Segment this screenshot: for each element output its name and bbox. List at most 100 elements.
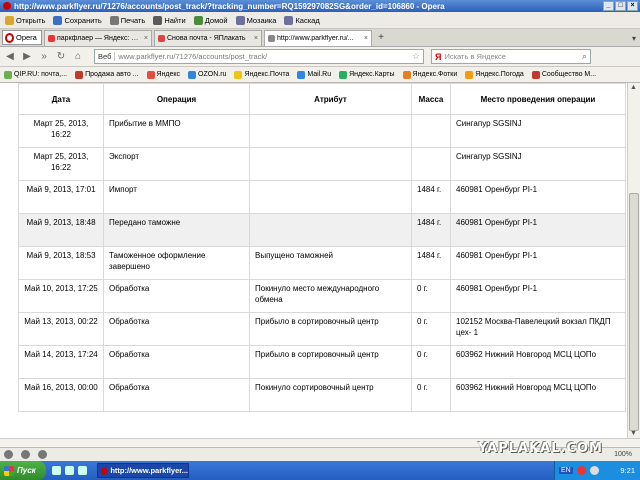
tab-label: Снова почта - ЯПлакать <box>167 35 246 42</box>
bookmark-item[interactable]: OZON.ru <box>188 70 226 79</box>
tab-close-icon[interactable]: × <box>144 35 148 42</box>
panel-toggle-icon[interactable] <box>4 450 13 459</box>
opera-menu-button[interactable]: Opera <box>2 30 42 45</box>
volume-icon[interactable] <box>589 466 599 475</box>
browser-tab[interactable]: http://www.parkflyer.ru/... × <box>264 30 372 46</box>
bookmark-label: Яндекс.Погода <box>475 71 524 78</box>
bookmark-item[interactable]: Яндекс.Погода <box>465 70 524 79</box>
bookmark-favicon-icon <box>531 70 540 79</box>
toolbar-item-0[interactable]: Открыть <box>2 15 48 25</box>
antivirus-icon[interactable] <box>576 466 586 475</box>
turbo-icon[interactable] <box>38 450 47 459</box>
toolbar-item-1[interactable]: Сохранить <box>50 15 104 25</box>
header-operation: Операция <box>103 83 250 115</box>
bookmark-favicon-icon <box>234 70 243 79</box>
home-icon[interactable]: ⌂ <box>71 50 85 64</box>
bookmark-star-icon[interactable]: ☆ <box>412 51 420 62</box>
scrollbar-thumb[interactable] <box>629 193 639 431</box>
address-field[interactable]: Веб www.parkflyer.ru/71276/accounts/post… <box>94 49 424 64</box>
bookmark-favicon-icon <box>465 70 474 79</box>
browser-icon[interactable] <box>65 466 74 475</box>
cloud-icon[interactable] <box>21 450 30 459</box>
scroll-down-icon[interactable]: ▼ <box>630 430 637 437</box>
fast-forward-icon[interactable]: » <box>37 50 51 64</box>
toolbar-item-3[interactable]: Найти <box>150 15 188 25</box>
maximize-button[interactable]: □ <box>615 1 626 11</box>
table-row: Май 14, 2013, 17:24 Обработка Прибыло в со… <box>18 345 626 379</box>
search-placeholder[interactable]: Искать в Яндексе <box>444 52 505 61</box>
table-header-row: Дата Операция Атрибут Масса Место провед… <box>18 83 626 115</box>
close-button[interactable]: × <box>627 1 638 11</box>
windows-flag-icon <box>4 465 14 476</box>
toolbar-item-6[interactable]: Каскад <box>281 15 322 25</box>
toolbar-item-5[interactable]: Мозаика <box>233 15 280 25</box>
table-row: Май 9, 2013, 18:53 Таможенное оформление … <box>18 246 626 280</box>
bookmark-item[interactable]: Яндекс.Фотки <box>402 70 457 79</box>
tab-close-icon[interactable]: × <box>364 35 368 42</box>
cell-date: Май 9, 2013, 18:48 <box>18 213 104 247</box>
cell-attribute: Выпущено таможней <box>249 246 412 280</box>
toolbar-item-label: Открыть <box>16 15 46 25</box>
vertical-scrollbar[interactable]: ▲ ▼ <box>627 83 640 438</box>
browser-tab[interactable]: паркфлаер — Яндекс: наш... × <box>44 30 152 46</box>
scroll-up-icon[interactable]: ▲ <box>630 84 637 91</box>
cell-mass <box>411 114 451 148</box>
bookmark-item[interactable]: Mail.Ru <box>297 70 332 79</box>
cell-operation: Экспорт <box>103 147 250 181</box>
cell-date: Май 9, 2013, 17:01 <box>18 180 104 214</box>
bookmark-item[interactable]: QIP.RU: почта,... <box>4 70 68 79</box>
tab-favicon-icon <box>158 35 165 42</box>
bookmark-item[interactable]: Яндекс.Карты <box>339 70 395 79</box>
toolbar-item-label: Домой <box>204 15 228 25</box>
bookmark-item[interactable]: Продажа авто ... <box>75 70 139 79</box>
bookmark-item[interactable]: Сообщество М... <box>531 70 596 79</box>
table-row: Май 9, 2013, 18:48 Передано таможне 1484 г… <box>18 213 626 247</box>
web-badge: Веб <box>98 52 116 61</box>
reload-icon[interactable]: ↻ <box>54 50 68 64</box>
toolbar-item-label: Мозаика <box>246 15 277 25</box>
table-row: Март 25, 2013, 16:22 Экспорт Сингапур SGSI… <box>18 147 626 181</box>
bookmark-label: Mail.Ru <box>307 71 332 78</box>
header-mass: Масса <box>411 83 451 115</box>
cell-date: Март 25, 2013, 16:22 <box>18 114 104 148</box>
url-text[interactable]: www.parkflyer.ru/71276/accounts/post_tra… <box>118 52 409 61</box>
zoom-level[interactable]: 100% <box>614 451 632 458</box>
start-button[interactable]: Пуск <box>0 461 46 480</box>
cell-mass: 0 г. <box>411 378 451 412</box>
new-tab-button[interactable]: + <box>374 31 388 45</box>
bookmark-item[interactable]: Яндекс.Почта <box>234 70 289 79</box>
search-icon[interactable]: ⌕ <box>582 51 587 62</box>
desktop-icon[interactable] <box>52 466 61 475</box>
cell-attribute <box>249 213 412 247</box>
forward-arrow-icon[interactable]: ▶ <box>20 50 34 64</box>
toolbar-item-label: Каскад <box>295 15 320 25</box>
cell-mass: 1484 г. <box>411 246 451 280</box>
cell-date: Май 10, 2013, 17:25 <box>18 279 104 313</box>
cell-attribute: Покинуло сортировочный центр <box>249 378 412 412</box>
bookmarks-bar: QIP.RU: почта,... Продажа авто ... Яндекс O… <box>0 67 640 83</box>
toolbar-item-2[interactable]: Печать <box>107 15 149 25</box>
language-indicator[interactable]: EN <box>559 467 573 474</box>
window-title: http://www.parkflyer.ru/71276/accounts/p… <box>14 1 445 11</box>
cell-date: Март 25, 2013, 16:22 <box>18 147 104 181</box>
tab-list-button[interactable]: ▾ <box>632 34 636 43</box>
header-place: Место проведения операции <box>450 83 626 115</box>
browser-tab[interactable]: Снова почта - ЯПлакать × <box>154 30 262 46</box>
address-toolbar: ◀ ▶ » ↻ ⌂ Веб www.parkflyer.ru/71276/acc… <box>0 47 640 67</box>
cell-operation: Импорт <box>103 180 250 214</box>
tab-close-icon[interactable]: × <box>254 35 258 42</box>
minimize-button[interactable]: _ <box>603 1 614 11</box>
tab-favicon-icon <box>268 35 275 42</box>
system-tray: EN 9:21 <box>554 461 640 480</box>
bookmark-favicon-icon <box>402 70 411 79</box>
toolbar-item-4[interactable]: Домой <box>191 15 231 25</box>
bookmark-label: QIP.RU: почта,... <box>14 71 68 78</box>
back-arrow-icon[interactable]: ◀ <box>3 50 17 64</box>
taskbar-window-button[interactable]: http://www.parkflyer... <box>97 463 189 478</box>
bookmark-item[interactable]: Яндекс <box>146 70 180 79</box>
home-icon <box>193 15 203 25</box>
bookmark-label: Яндекс.Карты <box>349 71 395 78</box>
search-field[interactable]: Я Искать в Яндексе ⌕ <box>431 49 591 64</box>
media-icon[interactable] <box>78 466 87 475</box>
cell-place: 460981 Оренбург PI-1 <box>450 246 626 280</box>
